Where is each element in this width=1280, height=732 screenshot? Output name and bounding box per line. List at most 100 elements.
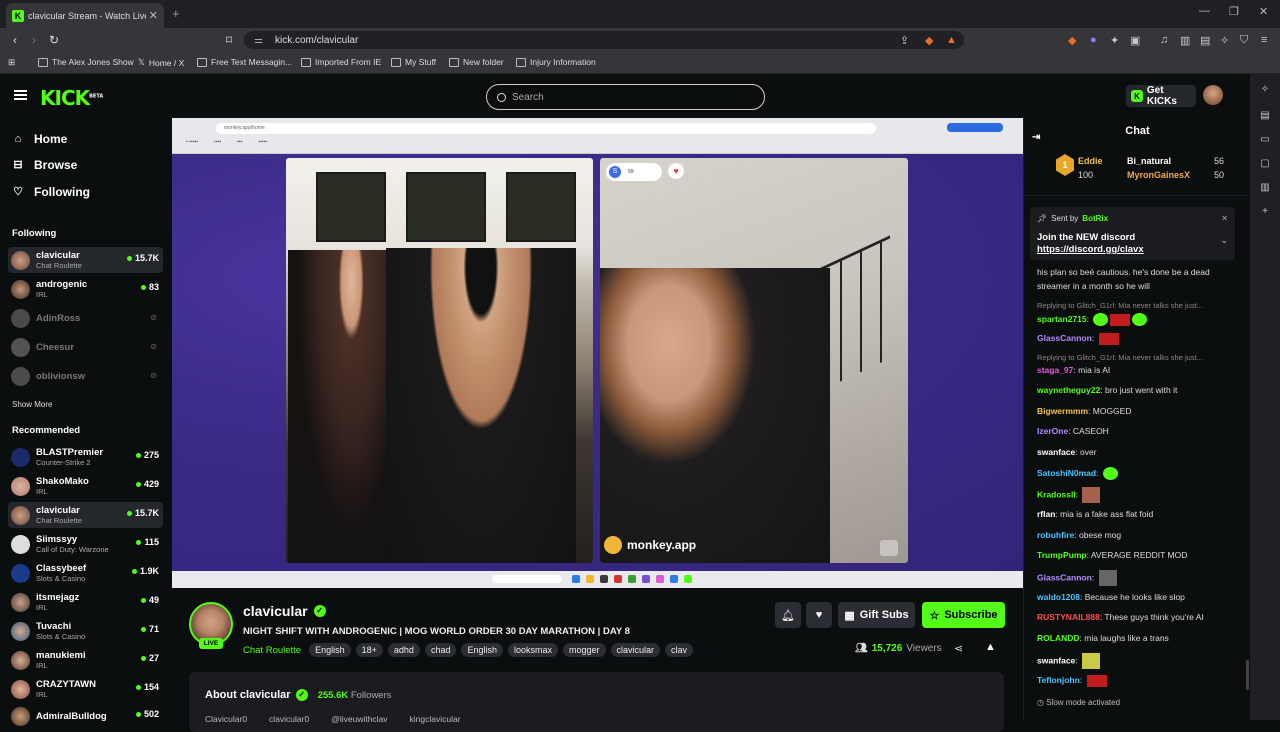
- x-link[interactable]: clavicular0: [269, 714, 309, 724]
- add-panel-icon[interactable]: +: [1259, 206, 1271, 218]
- history-icon[interactable]: ▥: [1259, 182, 1271, 194]
- chat-username[interactable]: swanface: [1037, 655, 1075, 665]
- instagram-link[interactable]: Clavicular0: [205, 714, 247, 724]
- recommended-channel[interactable]: ShakoMako IRL 429: [8, 473, 163, 499]
- chat-username[interactable]: SatoshiN0mad: [1037, 468, 1096, 478]
- follow-button[interactable]: ♥: [806, 602, 832, 628]
- maximize-icon[interactable]: ❐: [1229, 5, 1239, 18]
- chat-username[interactable]: waldo1208: [1037, 592, 1080, 602]
- bookmarks-icon[interactable]: ▢: [1259, 158, 1271, 170]
- get-kicks-button[interactable]: K Get KICKs: [1126, 85, 1196, 107]
- reload-icon[interactable]: ↻: [44, 33, 64, 47]
- extension-cloud-icon[interactable]: ●: [1090, 34, 1097, 46]
- category-link[interactable]: Chat Roulette: [243, 645, 301, 656]
- tiktok-link[interactable]: @liveuwithclav: [331, 714, 387, 724]
- share-icon[interactable]: ⋖: [954, 642, 963, 655]
- search-input[interactable]: Search: [486, 84, 765, 110]
- bookmark-item[interactable]: My Stuff: [391, 57, 436, 67]
- sidebar-toggle-icon[interactable]: ▥: [1180, 34, 1190, 47]
- url-field[interactable]: ⚌ kick.com/clavicular: [244, 31, 964, 49]
- discord-link[interactable]: https://discord.gg/clavx: [1037, 244, 1144, 256]
- recommended-channel[interactable]: clavicular Chat Roulette 15.7K: [8, 502, 163, 528]
- chat-username[interactable]: TrumpPump: [1037, 550, 1087, 560]
- chat-username[interactable]: ROLANDD: [1037, 633, 1080, 643]
- bookmark-item[interactable]: Free Text Messagin...: [197, 57, 292, 67]
- extension-fox-icon[interactable]: ◆: [1068, 34, 1076, 47]
- report-warning-icon[interactable]: ▲: [985, 641, 996, 653]
- screenshot-icon[interactable]: ▣: [1130, 34, 1140, 47]
- chat-username[interactable]: GlassCannon: [1037, 572, 1092, 582]
- chat-username[interactable]: robuhfire: [1037, 530, 1074, 540]
- nav-following[interactable]: ♡ Following: [12, 185, 90, 199]
- chat-username[interactable]: Kradossll: [1037, 489, 1076, 499]
- nav-browse[interactable]: ⊟ Browse: [12, 158, 77, 172]
- following-channel-offline[interactable]: AdinRoss ⊘: [8, 305, 163, 331]
- tag[interactable]: chad: [424, 643, 457, 657]
- gifter-name[interactable]: Bi_natural: [1127, 156, 1171, 166]
- chat-username[interactable]: rflan: [1037, 509, 1055, 519]
- chat-username[interactable]: swanface: [1037, 447, 1075, 457]
- unpin-icon[interactable]: ✕: [1221, 214, 1228, 223]
- leo-ai-icon[interactable]: ✧: [1220, 34, 1229, 47]
- channel-name-heading[interactable]: clavicular ✓: [243, 603, 326, 619]
- chat-username[interactable]: Bigwermmm: [1037, 406, 1088, 416]
- tag[interactable]: 18+: [355, 643, 383, 657]
- bookmark-item[interactable]: Injury Information: [516, 57, 596, 67]
- chevron-down-icon[interactable]: ⌄: [1220, 235, 1228, 246]
- show-more-link[interactable]: Show More: [12, 400, 52, 409]
- minimize-icon[interactable]: —: [1199, 5, 1210, 17]
- brave-rewards-icon[interactable]: ▲: [946, 34, 957, 46]
- bookmark-item[interactable]: New folder: [449, 57, 504, 67]
- following-channel-offline[interactable]: oblivionsw ⊘: [8, 363, 163, 389]
- hamburger-menu-icon[interactable]: [14, 90, 27, 100]
- bookmark-icon[interactable]: ⌑: [219, 33, 239, 47]
- brave-shield-icon[interactable]: ◆: [925, 34, 933, 47]
- recommended-channel[interactable]: Classybeef Slots & Casino 1.9K: [8, 560, 163, 586]
- recommended-channel[interactable]: manukiemi IRL 27: [8, 647, 163, 673]
- recommended-channel[interactable]: BLASTPremier Counter-Strike 2 275: [8, 444, 163, 470]
- discord-link[interactable]: kingclavicular: [410, 714, 461, 724]
- tag[interactable]: mogger: [563, 643, 606, 657]
- bookmark-item[interactable]: Imported From IE: [301, 57, 381, 67]
- forward-icon[interactable]: ›: [24, 33, 44, 47]
- video-player[interactable]: monkey.app/home ▪ ▪▪▪▪▪▪▪▪▪▪▪▪▪▪▪▪▪ 59 ♥…: [172, 118, 1023, 588]
- chat-username[interactable]: IzerOne: [1037, 426, 1068, 436]
- new-tab-icon[interactable]: +: [172, 6, 180, 21]
- pinned-message[interactable]: 📌︎ Sent by BotRix ✕ Join the NEW discord ht…: [1030, 207, 1235, 260]
- subscribe-button[interactable]: ☆ Subscribe: [922, 602, 1005, 628]
- chat-username[interactable]: waynetheguy22: [1037, 385, 1100, 395]
- tag[interactable]: English: [309, 643, 351, 657]
- tag[interactable]: adhd: [387, 643, 420, 657]
- chat-username[interactable]: staga_97: [1037, 365, 1073, 375]
- recommended-channel[interactable]: Siimssyy Call of Duty: Warzone 115: [8, 531, 163, 557]
- media-icon[interactable]: ♫: [1160, 34, 1168, 46]
- gifter-name[interactable]: Eddie: [1078, 156, 1103, 166]
- leo-icon[interactable]: ✧: [1259, 84, 1271, 96]
- user-avatar[interactable]: [1203, 85, 1223, 105]
- tag[interactable]: clavicular: [610, 643, 661, 657]
- chat-username[interactable]: Teflonjohn: [1037, 675, 1080, 685]
- recommended-channel[interactable]: Tuvachi Slots & Casino 71: [8, 618, 163, 644]
- reading-list-icon[interactable]: ▭: [1259, 134, 1271, 146]
- bookmark-item[interactable]: 𝕏 Home / X: [138, 57, 184, 68]
- vpn-icon[interactable]: ⛉: [1240, 34, 1248, 47]
- recommended-channel[interactable]: CRAZYTAWN IRL 154: [8, 676, 163, 702]
- tag[interactable]: English: [461, 643, 503, 657]
- site-info-icon[interactable]: ⚌: [254, 35, 263, 46]
- following-channel-offline[interactable]: Cheesur ⊘: [8, 334, 163, 360]
- gifter-name[interactable]: MyronGainesX: [1127, 170, 1190, 180]
- chat-username[interactable]: RUSTYNAIL888: [1037, 612, 1100, 622]
- following-channel[interactable]: androgenic IRL 83: [8, 276, 163, 302]
- tag[interactable]: clav: [665, 643, 694, 657]
- gift-subs-button[interactable]: ▦ Gift Subs: [838, 602, 915, 628]
- kick-logo[interactable]: KICKBETA: [40, 86, 103, 110]
- following-channel[interactable]: clavicular Chat Roulette 15.7K: [8, 247, 163, 273]
- tag[interactable]: looksmax: [508, 643, 559, 657]
- tab-close-icon[interactable]: ✕: [149, 9, 158, 22]
- notification-bell-button[interactable]: 🔔︎: [775, 602, 801, 628]
- wallet-icon[interactable]: ▤: [1259, 110, 1271, 122]
- recommended-channel[interactable]: itsmejagz IRL 49: [8, 589, 163, 615]
- bookmark-item[interactable]: The Alex Jones Show: [38, 57, 134, 67]
- browser-tab[interactable]: K clavicular Stream - Watch Live ✕: [6, 3, 164, 28]
- wallet-icon[interactable]: ▤: [1200, 34, 1210, 47]
